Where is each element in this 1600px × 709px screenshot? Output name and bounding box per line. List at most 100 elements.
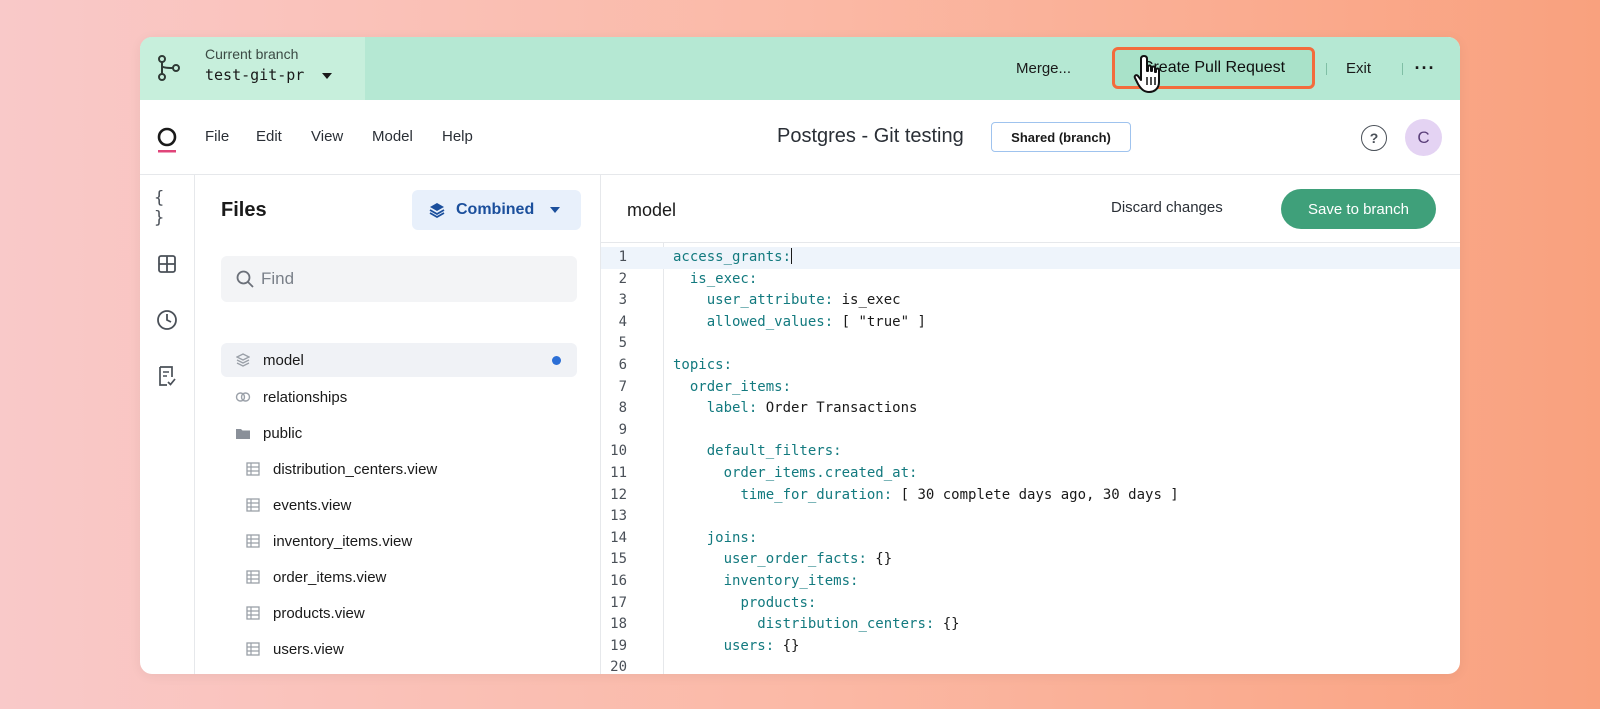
code-text: user_attribute: is_exec	[673, 290, 901, 312]
file-item-users[interactable]: users.view	[245, 632, 344, 666]
yaml-value: [ "true" ]	[833, 313, 926, 330]
chevron-down-icon	[550, 207, 561, 213]
line-number: 1	[618, 249, 627, 265]
code-line[interactable]: 12 time_for_duration: [ 30 complete days…	[601, 485, 1460, 507]
file-item-events[interactable]: events.view	[245, 488, 351, 522]
code-line[interactable]: 20	[601, 657, 1460, 674]
table-icon	[245, 461, 261, 477]
code-line[interactable]: 8 label: Order Transactions	[601, 398, 1460, 420]
code-line[interactable]: 6 topics:	[601, 355, 1460, 377]
shared-branch-badge: Shared (branch)	[991, 122, 1131, 152]
line-number: 11	[610, 465, 627, 481]
yaml-key: user_order_facts:	[723, 551, 867, 568]
code-line[interactable]: 17 products:	[601, 593, 1460, 615]
view-mode-label: Combined	[456, 201, 535, 218]
file-item-label: users.view	[273, 640, 344, 658]
hand-pointer-cursor-icon	[1133, 55, 1160, 93]
yaml-value: Order Transactions	[757, 400, 918, 417]
code-editor[interactable]: 1 access_grants: 2 is_exec: 3 user_attribut…	[601, 242, 1460, 674]
code-braces-icon[interactable]: { }	[154, 188, 180, 228]
menu-help[interactable]: Help	[442, 128, 473, 145]
exit-button[interactable]: Exit	[1338, 49, 1379, 87]
yaml-key: time_for_duration:	[740, 486, 893, 503]
menu-edit[interactable]: Edit	[256, 128, 282, 145]
line-number: 6	[618, 357, 627, 373]
code-line[interactable]: 3 user_attribute: is_exec	[601, 290, 1460, 312]
code-text: joins:	[673, 528, 758, 550]
code-line[interactable]: 7 order_items:	[601, 377, 1460, 399]
save-to-branch-button[interactable]: Save to branch	[1281, 189, 1436, 229]
file-item-order-items[interactable]: order_items.view	[245, 560, 386, 594]
code-line[interactable]: 2 is_exec:	[601, 269, 1460, 291]
code-line[interactable]: 5	[601, 333, 1460, 355]
merge-button[interactable]: Merge...	[1006, 49, 1081, 87]
menu-view[interactable]: View	[311, 128, 343, 145]
code-text: access_grants:	[673, 247, 793, 269]
file-item-label: events.view	[273, 496, 352, 514]
file-item-distribution-centers[interactable]: distribution_centers.view	[245, 452, 437, 486]
branch-selector[interactable]: Current branch test-git-pr	[140, 37, 365, 100]
yaml-key: inventory_items:	[723, 573, 859, 589]
file-item-label: products.view	[273, 604, 365, 622]
line-number: 12	[610, 486, 627, 503]
yaml-key: order_items.created_at:	[723, 465, 918, 481]
help-icon[interactable]: ?	[1361, 125, 1387, 151]
code-line[interactable]: 11 order_items.created_at:	[601, 463, 1460, 485]
code-text: order_items.created_at:	[673, 463, 918, 485]
file-item-relationships[interactable]: relationships	[235, 380, 347, 414]
text-caret	[791, 248, 793, 264]
grid-icon[interactable]	[154, 251, 180, 277]
toolbar-divider	[1402, 63, 1403, 75]
yaml-key: allowed_values:	[706, 313, 834, 330]
code-text: topics:	[673, 355, 732, 377]
code-line[interactable]: 9	[601, 420, 1460, 442]
folder-item-public[interactable]: public	[235, 416, 302, 450]
checklist-icon[interactable]	[154, 363, 180, 389]
discard-changes-button[interactable]: Discard changes	[1111, 199, 1223, 216]
modified-indicator	[552, 356, 561, 365]
yaml-key: label:	[706, 400, 758, 417]
code-line[interactable]: 19 users: {}	[601, 636, 1460, 658]
code-text: user_order_facts: {}	[673, 549, 893, 571]
history-icon[interactable]	[154, 307, 180, 333]
more-options-button[interactable]: ···	[1410, 49, 1440, 87]
menu-file[interactable]: File	[205, 128, 229, 145]
find-input[interactable]	[261, 256, 561, 302]
code-line[interactable]: 15 user_order_facts: {}	[601, 549, 1460, 571]
code-text: is_exec:	[673, 269, 757, 291]
line-number: 3	[618, 292, 627, 309]
file-item-inventory-items[interactable]: inventory_items.view	[245, 524, 412, 558]
line-number: 16	[610, 573, 627, 589]
yaml-key: is_exec:	[689, 270, 758, 287]
yaml-key: users:	[723, 637, 775, 654]
avatar[interactable]: C	[1405, 119, 1442, 156]
menu-model[interactable]: Model	[372, 128, 413, 145]
code-line[interactable]: 1 access_grants:	[601, 247, 1460, 269]
code-text: order_items:	[673, 377, 791, 399]
code-text: distribution_centers: {}	[673, 614, 959, 636]
code-line[interactable]: 18 distribution_centers: {}	[601, 614, 1460, 636]
code-line[interactable]: 16 inventory_items:	[601, 571, 1460, 593]
branch-caption: Current branch	[205, 46, 299, 62]
code-text: allowed_values: [ "true" ]	[673, 312, 926, 334]
code-line[interactable]: 4 allowed_values: [ "true" ]	[601, 312, 1460, 334]
yaml-key: topics:	[673, 357, 733, 373]
file-item-products[interactable]: products.view	[245, 596, 365, 630]
code-line[interactable]: 14 joins:	[601, 528, 1460, 550]
toolbar-divider	[1326, 63, 1327, 75]
files-panel: Files Combined model	[195, 175, 601, 674]
git-branch-icon	[158, 55, 180, 81]
line-number: 14	[610, 529, 627, 546]
link-icon	[235, 389, 251, 405]
file-item-label: order_items.view	[273, 568, 387, 586]
view-mode-dropdown[interactable]: Combined	[412, 190, 581, 230]
code-line[interactable]: 13	[601, 506, 1460, 528]
file-item-model[interactable]: model	[221, 343, 577, 377]
line-number: 5	[618, 335, 627, 352]
code-line[interactable]: 10 default_filters:	[601, 441, 1460, 463]
line-number: 4	[618, 313, 627, 330]
